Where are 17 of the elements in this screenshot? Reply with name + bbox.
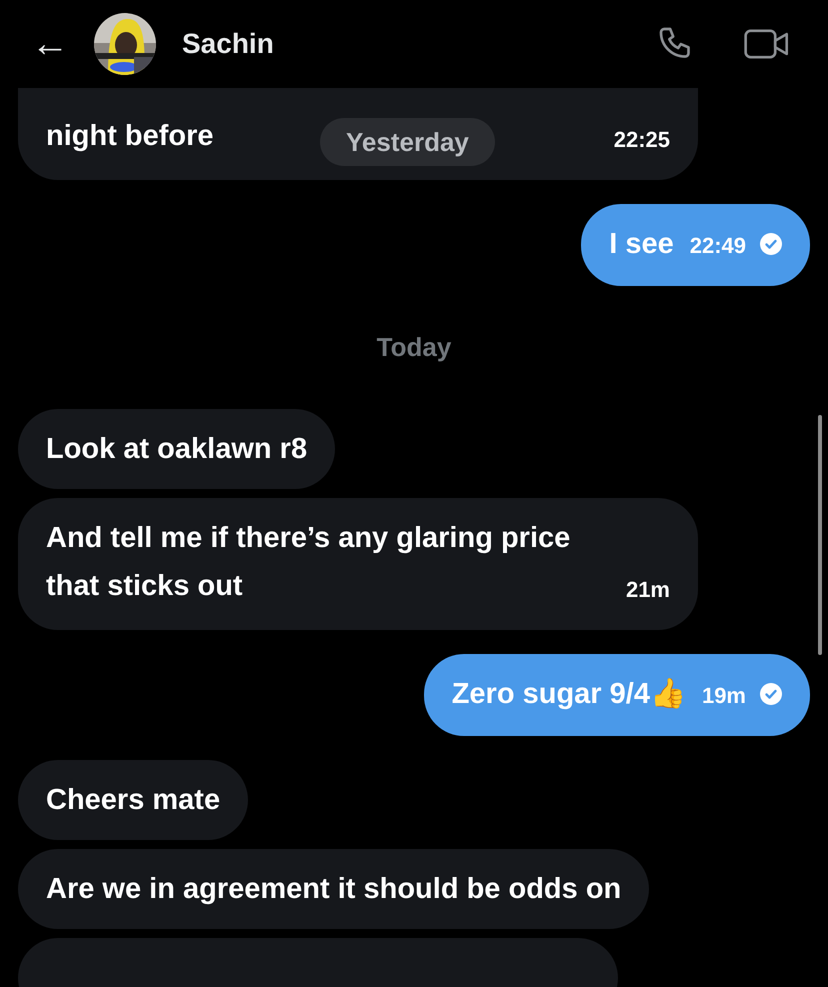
message-bubble: Cheers mate: [18, 760, 248, 840]
message-bubble: And tell me if there’s any glaring price that sticks out 21m: [18, 498, 698, 630]
message-time: 21m: [626, 576, 670, 604]
message-time: 22:49: [690, 233, 746, 258]
message-bubble: Zero sugar 9/4👍 19m: [424, 654, 810, 736]
message-bubble: night before Yesterday 22:25: [18, 88, 698, 180]
date-label: Yesterday: [320, 118, 495, 166]
date-separator: Today: [376, 331, 452, 364]
message-bubble: I see 22:49: [581, 204, 810, 286]
message-bubble: Are we in agreement it should be odds on: [18, 849, 650, 929]
back-button[interactable]: ←: [30, 25, 70, 63]
scrollbar[interactable]: [818, 415, 822, 655]
message-time: 19m: [702, 683, 746, 708]
video-camera-icon[interactable]: [744, 27, 790, 61]
message-time: 22:25: [614, 126, 670, 154]
message-bubble: Look at oaklawn r8: [18, 409, 336, 489]
contact-name: Sachin: [182, 27, 274, 61]
